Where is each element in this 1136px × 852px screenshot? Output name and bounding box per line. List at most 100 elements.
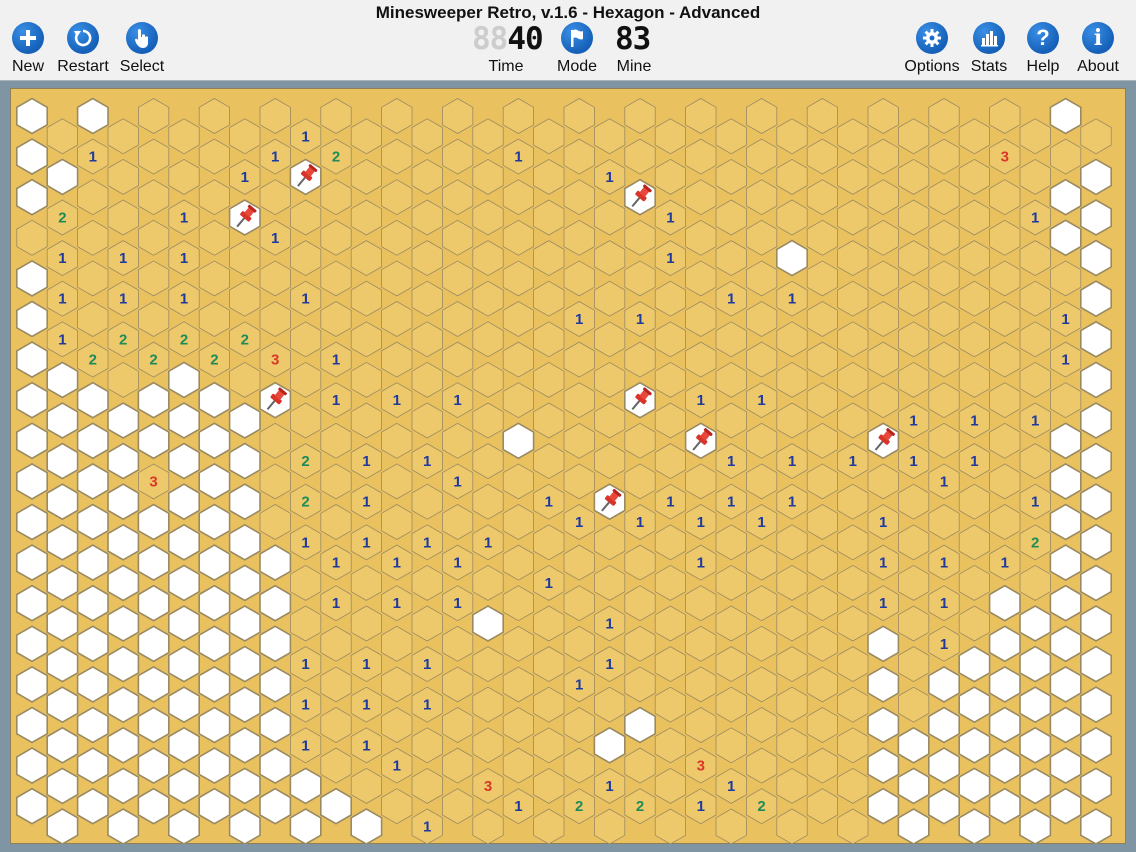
hex-cell[interactable] [137, 260, 170, 297]
hex-cell[interactable] [989, 341, 1021, 378]
hex-cell[interactable] [563, 260, 595, 297]
hex-cell[interactable] [685, 463, 717, 500]
hex-cell[interactable]: 3 [685, 747, 717, 784]
hex-cell[interactable] [381, 625, 413, 662]
hex-cell[interactable] [441, 98, 474, 134]
hex-cell[interactable] [46, 808, 79, 844]
hex-cell[interactable] [320, 219, 352, 256]
hex-cell[interactable] [746, 463, 778, 500]
hex-cell[interactable]: 1 [685, 788, 717, 825]
select-button[interactable]: Select [107, 22, 177, 78]
hex-cell[interactable] [958, 686, 991, 724]
hex-cell[interactable] [289, 605, 322, 642]
hex-cell[interactable]: 1 [594, 158, 626, 195]
hex-cell[interactable] [867, 219, 899, 256]
hex-cell[interactable]: 1 [411, 808, 443, 844]
hex-cell[interactable] [441, 260, 474, 297]
hex-cell[interactable] [1049, 787, 1082, 825]
hex-cell[interactable]: 1 [685, 544, 717, 581]
hex-cell[interactable] [776, 564, 808, 601]
hex-cell[interactable] [654, 808, 686, 844]
hex-cell[interactable] [806, 219, 838, 256]
hex-cell[interactable] [502, 301, 534, 337]
hex-cell[interactable] [350, 321, 383, 358]
hex-cell[interactable]: 1 [411, 443, 443, 480]
hex-cell[interactable] [988, 787, 1021, 825]
hex-cell[interactable] [715, 240, 747, 277]
hex-cell[interactable] [168, 402, 200, 439]
hex-cell[interactable] [806, 422, 838, 459]
hex-cell[interactable]: 1 [1019, 483, 1051, 520]
hex-cell[interactable] [472, 361, 504, 398]
hex-cell[interactable] [259, 98, 291, 134]
hex-cell[interactable] [137, 381, 170, 419]
hex-cell[interactable]: 1 [1050, 301, 1082, 337]
hex-cell[interactable] [928, 98, 960, 134]
hex-cell[interactable] [654, 402, 686, 439]
hex-cell[interactable] [1080, 808, 1112, 844]
hex-cell[interactable] [168, 158, 200, 195]
hex-cell[interactable] [898, 321, 930, 358]
hex-cell[interactable] [746, 179, 778, 216]
hex-cell[interactable] [229, 280, 261, 317]
hex-cell[interactable] [1080, 767, 1112, 805]
hex-cell[interactable] [1080, 726, 1112, 764]
hex-cell[interactable] [958, 726, 991, 764]
hex-cell[interactable] [137, 219, 170, 256]
hex-cell[interactable] [198, 462, 231, 500]
hex-cell[interactable] [259, 301, 291, 337]
hex-cell[interactable] [958, 118, 990, 155]
hex-cell[interactable] [137, 503, 170, 541]
hex-cell[interactable] [1019, 361, 1051, 398]
hex-cell[interactable]: 2 [563, 788, 595, 825]
hex-cell[interactable] [837, 808, 869, 844]
hex-cell[interactable] [198, 584, 231, 622]
hex-cell[interactable] [989, 463, 1021, 500]
hex-cell[interactable] [381, 179, 413, 216]
hex-cell[interactable] [259, 706, 292, 744]
hex-cell[interactable]: 1 [776, 483, 808, 520]
hex-cell[interactable] [229, 240, 261, 277]
hex-cell[interactable] [988, 584, 1021, 622]
hex-cell[interactable] [107, 564, 140, 602]
hex-cell[interactable]: 2 [46, 199, 78, 236]
hex-cell[interactable] [958, 645, 991, 683]
hex-cell[interactable] [46, 158, 79, 196]
hex-cell[interactable] [746, 544, 778, 581]
hex-cell[interactable] [1049, 422, 1082, 460]
hex-cell[interactable]: 1 [898, 443, 930, 480]
hex-cell[interactable] [715, 686, 747, 723]
hex-cell[interactable]: 1 [502, 138, 534, 175]
hex-cell[interactable] [563, 219, 595, 256]
hex-cell[interactable] [806, 625, 838, 662]
hex-cell[interactable] [533, 240, 565, 277]
hex-cell[interactable] [198, 625, 231, 663]
hex-cell[interactable]: 1 [715, 443, 747, 480]
hex-cell[interactable] [441, 138, 474, 175]
hex-cell[interactable] [989, 260, 1021, 297]
hex-cell[interactable] [624, 463, 656, 500]
hex-cell[interactable] [502, 625, 534, 662]
hex-cell[interactable] [472, 564, 504, 601]
hex-cell[interactable] [927, 747, 961, 785]
hex-cell[interactable] [837, 605, 869, 642]
hex-cell[interactable] [624, 219, 656, 256]
hex-cell[interactable] [107, 118, 139, 155]
hex-cell[interactable] [411, 199, 443, 236]
hex-cell[interactable] [441, 422, 474, 459]
hex-cell[interactable] [198, 544, 231, 582]
hex-cell[interactable] [1080, 523, 1112, 561]
hex-cell[interactable] [46, 118, 78, 155]
hex-cell[interactable] [654, 158, 686, 195]
hex-cell[interactable] [76, 706, 109, 744]
hex-cell[interactable] [624, 585, 656, 622]
hex-cell[interactable]: 1 [867, 585, 899, 622]
hex-cell[interactable] [867, 382, 899, 419]
hex-cell[interactable] [229, 118, 261, 155]
hex-cell[interactable]: 1 [46, 240, 78, 277]
hex-grid[interactable]: 1 1 1 1 2 1 1 3 2 1 1 1 1 1 1 1 1 1 1 1 1 1 1 1 2 2 2 1 1 1 2 2 2 3 1 1 1 1 1 1… [10, 88, 1126, 844]
hex-cell[interactable]: 1 [259, 138, 291, 175]
hex-cell[interactable] [715, 321, 747, 358]
hex-cell[interactable] [533, 199, 565, 236]
hex-cell[interactable]: 1 [715, 767, 747, 804]
